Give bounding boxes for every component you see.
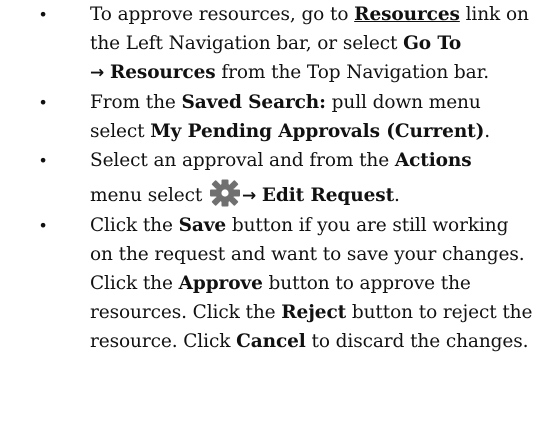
resources-menu-label: Resources	[109, 62, 216, 83]
cancel-button-label: Cancel	[236, 331, 306, 352]
approve-button-label: Approve	[178, 273, 263, 294]
list-item-edit-request: • Select an approval and from the Actions…	[0, 146, 541, 211]
list-item-save-approve-reject: • Click the Save button if you are still …	[0, 211, 541, 356]
item-text: Select an approval and from the	[90, 150, 395, 171]
right-arrow-icon: →	[241, 186, 257, 206]
list-item-saved-search: • From the Saved Search: pull down menu s…	[0, 88, 541, 146]
bullet-marker: •	[38, 93, 48, 112]
bullet-marker: •	[38, 216, 48, 235]
reject-button-label: Reject	[281, 302, 347, 323]
item-text: to discard the changes.	[305, 331, 529, 352]
item-text: Click the	[90, 215, 179, 236]
bullet-marker: •	[38, 151, 48, 170]
gear-icon	[209, 179, 241, 207]
item-text: .	[394, 185, 400, 206]
right-arrow-icon: →	[90, 63, 105, 83]
item-text: To approve resources, go to	[90, 4, 355, 25]
item-text: From the	[90, 92, 182, 113]
resources-link[interactable]: Resources	[354, 4, 460, 25]
instruction-list: • To approve resources, go to Resources l…	[0, 0, 541, 356]
go-to-menu-label: Go To	[403, 33, 462, 54]
list-item-approve-resources: • To approve resources, go to Resources l…	[0, 0, 541, 88]
bullet-marker: •	[38, 5, 48, 24]
edit-request-label: Edit Request	[261, 185, 395, 206]
item-text: from the Top Navigation bar.	[215, 62, 490, 83]
item-text: .	[484, 121, 491, 142]
pending-approvals-option: My Pending Approvals (Current)	[150, 121, 485, 142]
instruction-document: • To approve resources, go to Resources l…	[0, 0, 541, 434]
save-button-label: Save	[178, 215, 227, 236]
item-text: menu select	[90, 185, 208, 206]
saved-search-label: Saved Search:	[181, 92, 326, 113]
actions-menu-label: Actions	[394, 150, 472, 171]
